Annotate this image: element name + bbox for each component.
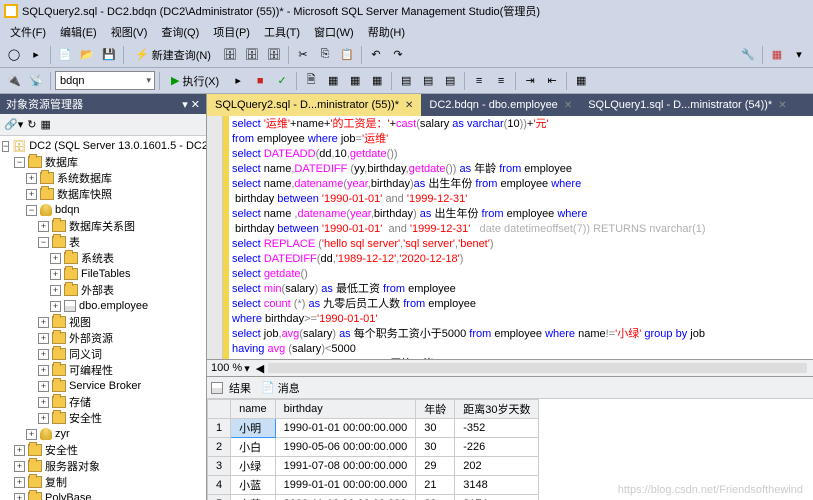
watermark: https://blog.csdn.net/Friendsofthewind <box>618 484 803 496</box>
panel-menu-icon[interactable]: ▾ ✕ <box>182 98 200 111</box>
undo-icon[interactable]: ↶ <box>366 45 386 65</box>
menu-bar: 文件(F) 编辑(E) 视图(V) 查询(Q) 项目(P) 工具(T) 窗口(W… <box>0 22 813 42</box>
res1-icon[interactable]: ▤ <box>396 71 416 91</box>
menu-view[interactable]: 视图(V) <box>105 22 154 42</box>
menu-tools[interactable]: 工具(T) <box>258 22 306 42</box>
copy-icon[interactable]: ⎘ <box>315 45 335 65</box>
res2-icon[interactable]: ▤ <box>418 71 438 91</box>
nav-back-icon[interactable]: ◯ <box>4 45 24 65</box>
misc-icon[interactable]: ▦ <box>571 71 591 91</box>
doc-tab[interactable]: SQLQuery2.sql - D...ministrator (55))*✕ <box>207 94 421 116</box>
main-area: SQLQuery2.sql - D...ministrator (55))*✕D… <box>207 94 813 500</box>
connect-icon[interactable]: 🔗▾ <box>4 118 23 131</box>
result-tabs: 结果 📄消息 <box>207 376 813 398</box>
object-explorer: 对象资源管理器 ▾ ✕ 🔗▾ ↻ ▦ −🗄DC2 (SQL Server 13.… <box>0 94 207 500</box>
stop-icon[interactable]: ■ <box>250 71 270 91</box>
app-icon <box>4 4 18 18</box>
opt1-icon[interactable]: ▦ <box>323 71 343 91</box>
code-area[interactable]: select '运维'+name+'的工资是：'+cast(salary as … <box>229 116 813 359</box>
object-tree[interactable]: −🗄DC2 (SQL Server 13.0.1601.5 - DC2\ −数据… <box>0 136 206 500</box>
opt3-icon[interactable]: ▦ <box>367 71 387 91</box>
object-explorer-header: 对象资源管理器 ▾ ✕ <box>0 94 206 114</box>
plan-icon[interactable]: 🗎 <box>301 71 321 91</box>
opt2-icon[interactable]: ▦ <box>345 71 365 91</box>
editor[interactable]: select '运维'+name+'的工资是：'+cast(salary as … <box>207 116 813 359</box>
outdent-icon[interactable]: ⇤ <box>542 71 562 91</box>
menu-project[interactable]: 项目(P) <box>207 22 256 42</box>
tool-b-icon[interactable]: ▦ <box>767 45 787 65</box>
db2-icon[interactable]: 🗄 <box>242 45 262 65</box>
paste-icon[interactable]: 📋 <box>337 45 357 65</box>
db3-icon[interactable]: 🗄 <box>264 45 284 65</box>
close-tab-icon[interactable]: ✕ <box>778 100 786 111</box>
new-query-button[interactable]: ⚡新建查询(N) <box>128 44 218 66</box>
parse-icon[interactable]: ✓ <box>272 71 292 91</box>
execute-button[interactable]: ▶执行(X) <box>164 70 226 92</box>
disconn-icon[interactable]: 📡 <box>26 71 46 91</box>
indent-icon[interactable]: ⇥ <box>520 71 540 91</box>
uncomment-icon[interactable]: ≡ <box>491 71 511 91</box>
breakpoint-gutter[interactable] <box>207 116 223 359</box>
close-tab-icon[interactable]: ✕ <box>564 100 572 111</box>
refresh-icon[interactable]: ↻ <box>27 118 36 131</box>
menu-help[interactable]: 帮助(H) <box>362 22 411 42</box>
cut-icon[interactable]: ✂ <box>293 45 313 65</box>
comment-icon[interactable]: ≡ <box>469 71 489 91</box>
zoom-bar: 100 %▾ ◀ <box>207 359 813 376</box>
tab-messages[interactable]: 📄消息 <box>261 380 300 396</box>
document-tabs: SQLQuery2.sql - D...ministrator (55))*✕D… <box>207 94 813 116</box>
window-title: SQLQuery2.sql - DC2.bdqn (DC2\Administra… <box>22 3 540 19</box>
redo-icon[interactable]: ↷ <box>388 45 408 65</box>
close-tab-icon[interactable]: ✕ <box>405 100 413 111</box>
menu-edit[interactable]: 编辑(E) <box>54 22 103 42</box>
toolbar-query: 🔌 📡 bdqn ▶执行(X) ▸ ■ ✓ 🗎 ▦ ▦ ▦ ▤ ▤ ▤ ≡ ≡ … <box>0 68 813 94</box>
filter-icon[interactable]: ▦ <box>40 118 50 131</box>
object-explorer-toolbar: 🔗▾ ↻ ▦ <box>0 114 206 136</box>
zoom-level[interactable]: 100 % <box>211 362 242 374</box>
db-icon[interactable]: 🗄 <box>220 45 240 65</box>
new-file-icon[interactable]: 📄 <box>55 45 75 65</box>
tab-results[interactable]: 结果 <box>211 380 251 396</box>
title-bar: SQLQuery2.sql - DC2.bdqn (DC2\Administra… <box>0 0 813 22</box>
menu-query[interactable]: 查询(Q) <box>155 22 205 42</box>
nav-fwd-icon[interactable]: ▸ <box>26 45 46 65</box>
database-selector[interactable]: bdqn <box>55 71 155 90</box>
toolbar-main: ◯ ▸ 📄 📂 💾 ⚡新建查询(N) 🗄 🗄 🗄 ✂ ⎘ 📋 ↶ ↷ 🔧 ▦ ▾ <box>0 42 813 68</box>
tool-a-icon[interactable]: 🔧 <box>738 45 758 65</box>
doc-tab[interactable]: DC2.bdqn - dbo.employee✕ <box>421 94 580 116</box>
doc-tab[interactable]: SQLQuery1.sql - D...ministrator (54))*✕ <box>580 94 794 116</box>
menu-window[interactable]: 窗口(W) <box>308 22 360 42</box>
results-grid[interactable]: namebirthday年龄距离30岁天数1小明1990-01-01 00:00… <box>207 398 813 500</box>
debug-icon[interactable]: ▸ <box>228 71 248 91</box>
menu-file[interactable]: 文件(F) <box>4 22 52 42</box>
save-icon[interactable]: 💾 <box>99 45 119 65</box>
open-icon[interactable]: 📂 <box>77 45 97 65</box>
conn-icon[interactable]: 🔌 <box>4 71 24 91</box>
tool-c-icon[interactable]: ▾ <box>789 45 809 65</box>
res3-icon[interactable]: ▤ <box>440 71 460 91</box>
